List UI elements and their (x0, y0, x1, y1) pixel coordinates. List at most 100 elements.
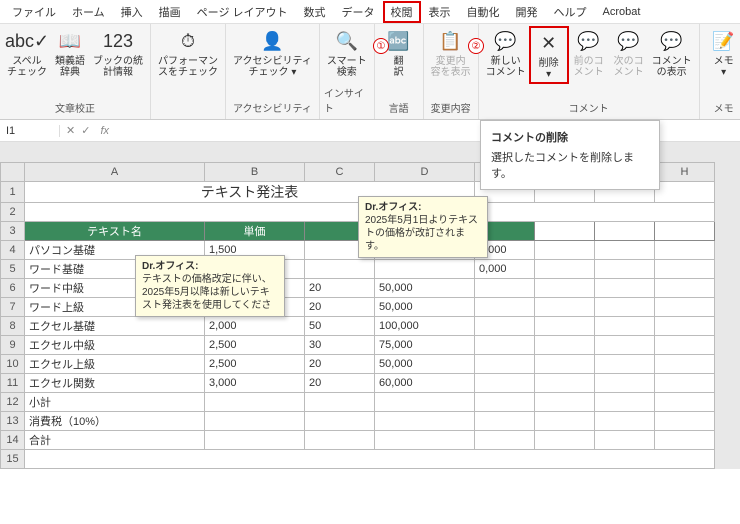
ribbon-group-label: 文章校正 (55, 98, 95, 117)
delete-comment-button[interactable]: ✕削除 ▾ (529, 26, 569, 84)
menu-draw[interactable]: 描画 (151, 1, 189, 23)
cell[interactable]: 75,000 (375, 336, 475, 355)
cell[interactable]: テキスト名 (25, 222, 205, 241)
row-header[interactable]: 9 (1, 336, 25, 355)
col-header-A[interactable]: A (25, 163, 205, 182)
worksheet[interactable]: ABCDEFGH1テキスト発注表23テキスト名単価4パソコン基礎1,5005,0… (0, 142, 740, 469)
cell[interactable]: 20 (305, 279, 375, 298)
row-header[interactable]: 11 (1, 374, 25, 393)
menu-home[interactable]: ホーム (64, 1, 113, 23)
select-all[interactable] (1, 163, 25, 182)
row-header[interactable]: 4 (1, 241, 25, 260)
cell[interactable] (305, 393, 375, 412)
cell[interactable]: エクセル上級 (25, 355, 205, 374)
menu-formulas[interactable]: 数式 (296, 1, 334, 23)
cell[interactable] (375, 260, 475, 279)
cell[interactable]: 50 (305, 317, 375, 336)
row-header[interactable]: 10 (1, 355, 25, 374)
cell[interactable] (205, 412, 305, 431)
cell[interactable] (205, 431, 305, 450)
cell[interactable]: 30 (305, 336, 375, 355)
cell[interactable] (475, 298, 535, 317)
row-header[interactable]: 13 (1, 412, 25, 431)
cell-note-1[interactable]: Dr.オフィス: テキストの価格改定に伴い、2025年5月以降は新しいテキスト発… (135, 255, 285, 317)
menu-pagelayout[interactable]: ページ レイアウト (189, 1, 296, 23)
cell[interactable] (475, 431, 535, 450)
row-header[interactable]: 2 (1, 203, 25, 222)
cell[interactable]: 3,000 (205, 374, 305, 393)
cell[interactable]: 20 (305, 374, 375, 393)
cell[interactable]: エクセル関数 (25, 374, 205, 393)
menu-developer[interactable]: 開発 (508, 1, 546, 23)
workbook-stats-button[interactable]: 123ブックの統 計情報 (90, 26, 146, 80)
cell[interactable] (375, 412, 475, 431)
menu-help[interactable]: ヘルプ (546, 1, 595, 23)
cell[interactable]: 20 (305, 355, 375, 374)
cell[interactable]: 小計 (25, 393, 205, 412)
cell-note-2[interactable]: Dr.オフィス: 2025年5月1日よりテキストの価格が改訂されます。 (358, 196, 488, 258)
cell[interactable]: 50,000 (375, 279, 475, 298)
cell[interactable]: 100,000 (375, 317, 475, 336)
col-header-C[interactable]: C (305, 163, 375, 182)
cell[interactable]: 20 (305, 298, 375, 317)
menu-file[interactable]: ファイル (4, 1, 64, 23)
note-body: 2025年5月1日よりテキストの価格が改訂されます。 (365, 215, 478, 252)
cell[interactable] (475, 412, 535, 431)
cell[interactable] (475, 393, 535, 412)
row-header[interactable]: 8 (1, 317, 25, 336)
cell[interactable] (375, 431, 475, 450)
cell[interactable]: エクセル中級 (25, 336, 205, 355)
menu-acrobat[interactable]: Acrobat (595, 3, 649, 21)
new-comment-button[interactable]: 💬新しい コメント (483, 26, 529, 80)
spell-check-button[interactable]: abc✓スペル チェック (4, 26, 50, 80)
fb-enter-icon[interactable]: ✓ (81, 124, 90, 137)
smart-lookup-button[interactable]: 🔍スマート 検索 (324, 26, 370, 80)
notes-button[interactable]: 📝メモ ▾ (704, 26, 740, 80)
row-header[interactable]: 1 (1, 182, 25, 203)
row-header[interactable]: 14 (1, 431, 25, 450)
row-header[interactable]: 7 (1, 298, 25, 317)
cell[interactable]: 2,000 (205, 317, 305, 336)
fb-cancel-icon[interactable]: ✕ (66, 124, 75, 137)
cell[interactable]: 50,000 (375, 355, 475, 374)
fx-icon[interactable]: fx (96, 125, 113, 137)
cell[interactable]: 合計 (25, 431, 205, 450)
col-header-D[interactable]: D (375, 163, 475, 182)
cell[interactable] (375, 393, 475, 412)
cell[interactable]: 消費税（10%） (25, 412, 205, 431)
thesaurus-button[interactable]: 📖類義語 辞典 (50, 26, 90, 80)
menu-automate[interactable]: 自動化 (459, 1, 508, 23)
row-header[interactable]: 5 (1, 260, 25, 279)
cell[interactable] (205, 393, 305, 412)
show-comments-button[interactable]: 💬コメント の表示 (649, 26, 695, 80)
menu-insert[interactable]: 挿入 (113, 1, 151, 23)
cell[interactable] (305, 431, 375, 450)
cell[interactable]: 単価 (205, 222, 305, 241)
cell[interactable] (305, 412, 375, 431)
cell[interactable]: 50,000 (375, 298, 475, 317)
row-header[interactable]: 6 (1, 279, 25, 298)
performance-icon: ⏱ (175, 28, 201, 54)
row-header[interactable]: 3 (1, 222, 25, 241)
menu-review[interactable]: 校閲 (383, 1, 421, 23)
performance-button[interactable]: ⏱パフォーマン スをチェック (155, 26, 221, 80)
cell[interactable] (475, 279, 535, 298)
col-header-B[interactable]: B (205, 163, 305, 182)
menu-data[interactable]: データ (334, 1, 383, 23)
cell[interactable]: 2,500 (205, 355, 305, 374)
cell[interactable]: 0,000 (475, 260, 535, 279)
row-header[interactable]: 15 (1, 450, 25, 469)
cell[interactable]: 2,500 (205, 336, 305, 355)
col-header-H[interactable]: H (655, 163, 715, 182)
cell[interactable]: エクセル基礎 (25, 317, 205, 336)
row-header[interactable]: 12 (1, 393, 25, 412)
cell[interactable] (475, 374, 535, 393)
menu-view[interactable]: 表示 (421, 1, 459, 23)
accessibility-button[interactable]: 👤アクセシビリティ チェック ▾ (230, 26, 315, 80)
cell[interactable] (475, 355, 535, 374)
cell[interactable]: 60,000 (375, 374, 475, 393)
name-box[interactable]: I1 (0, 125, 60, 137)
cell[interactable] (475, 317, 535, 336)
cell[interactable] (305, 260, 375, 279)
cell[interactable] (475, 336, 535, 355)
